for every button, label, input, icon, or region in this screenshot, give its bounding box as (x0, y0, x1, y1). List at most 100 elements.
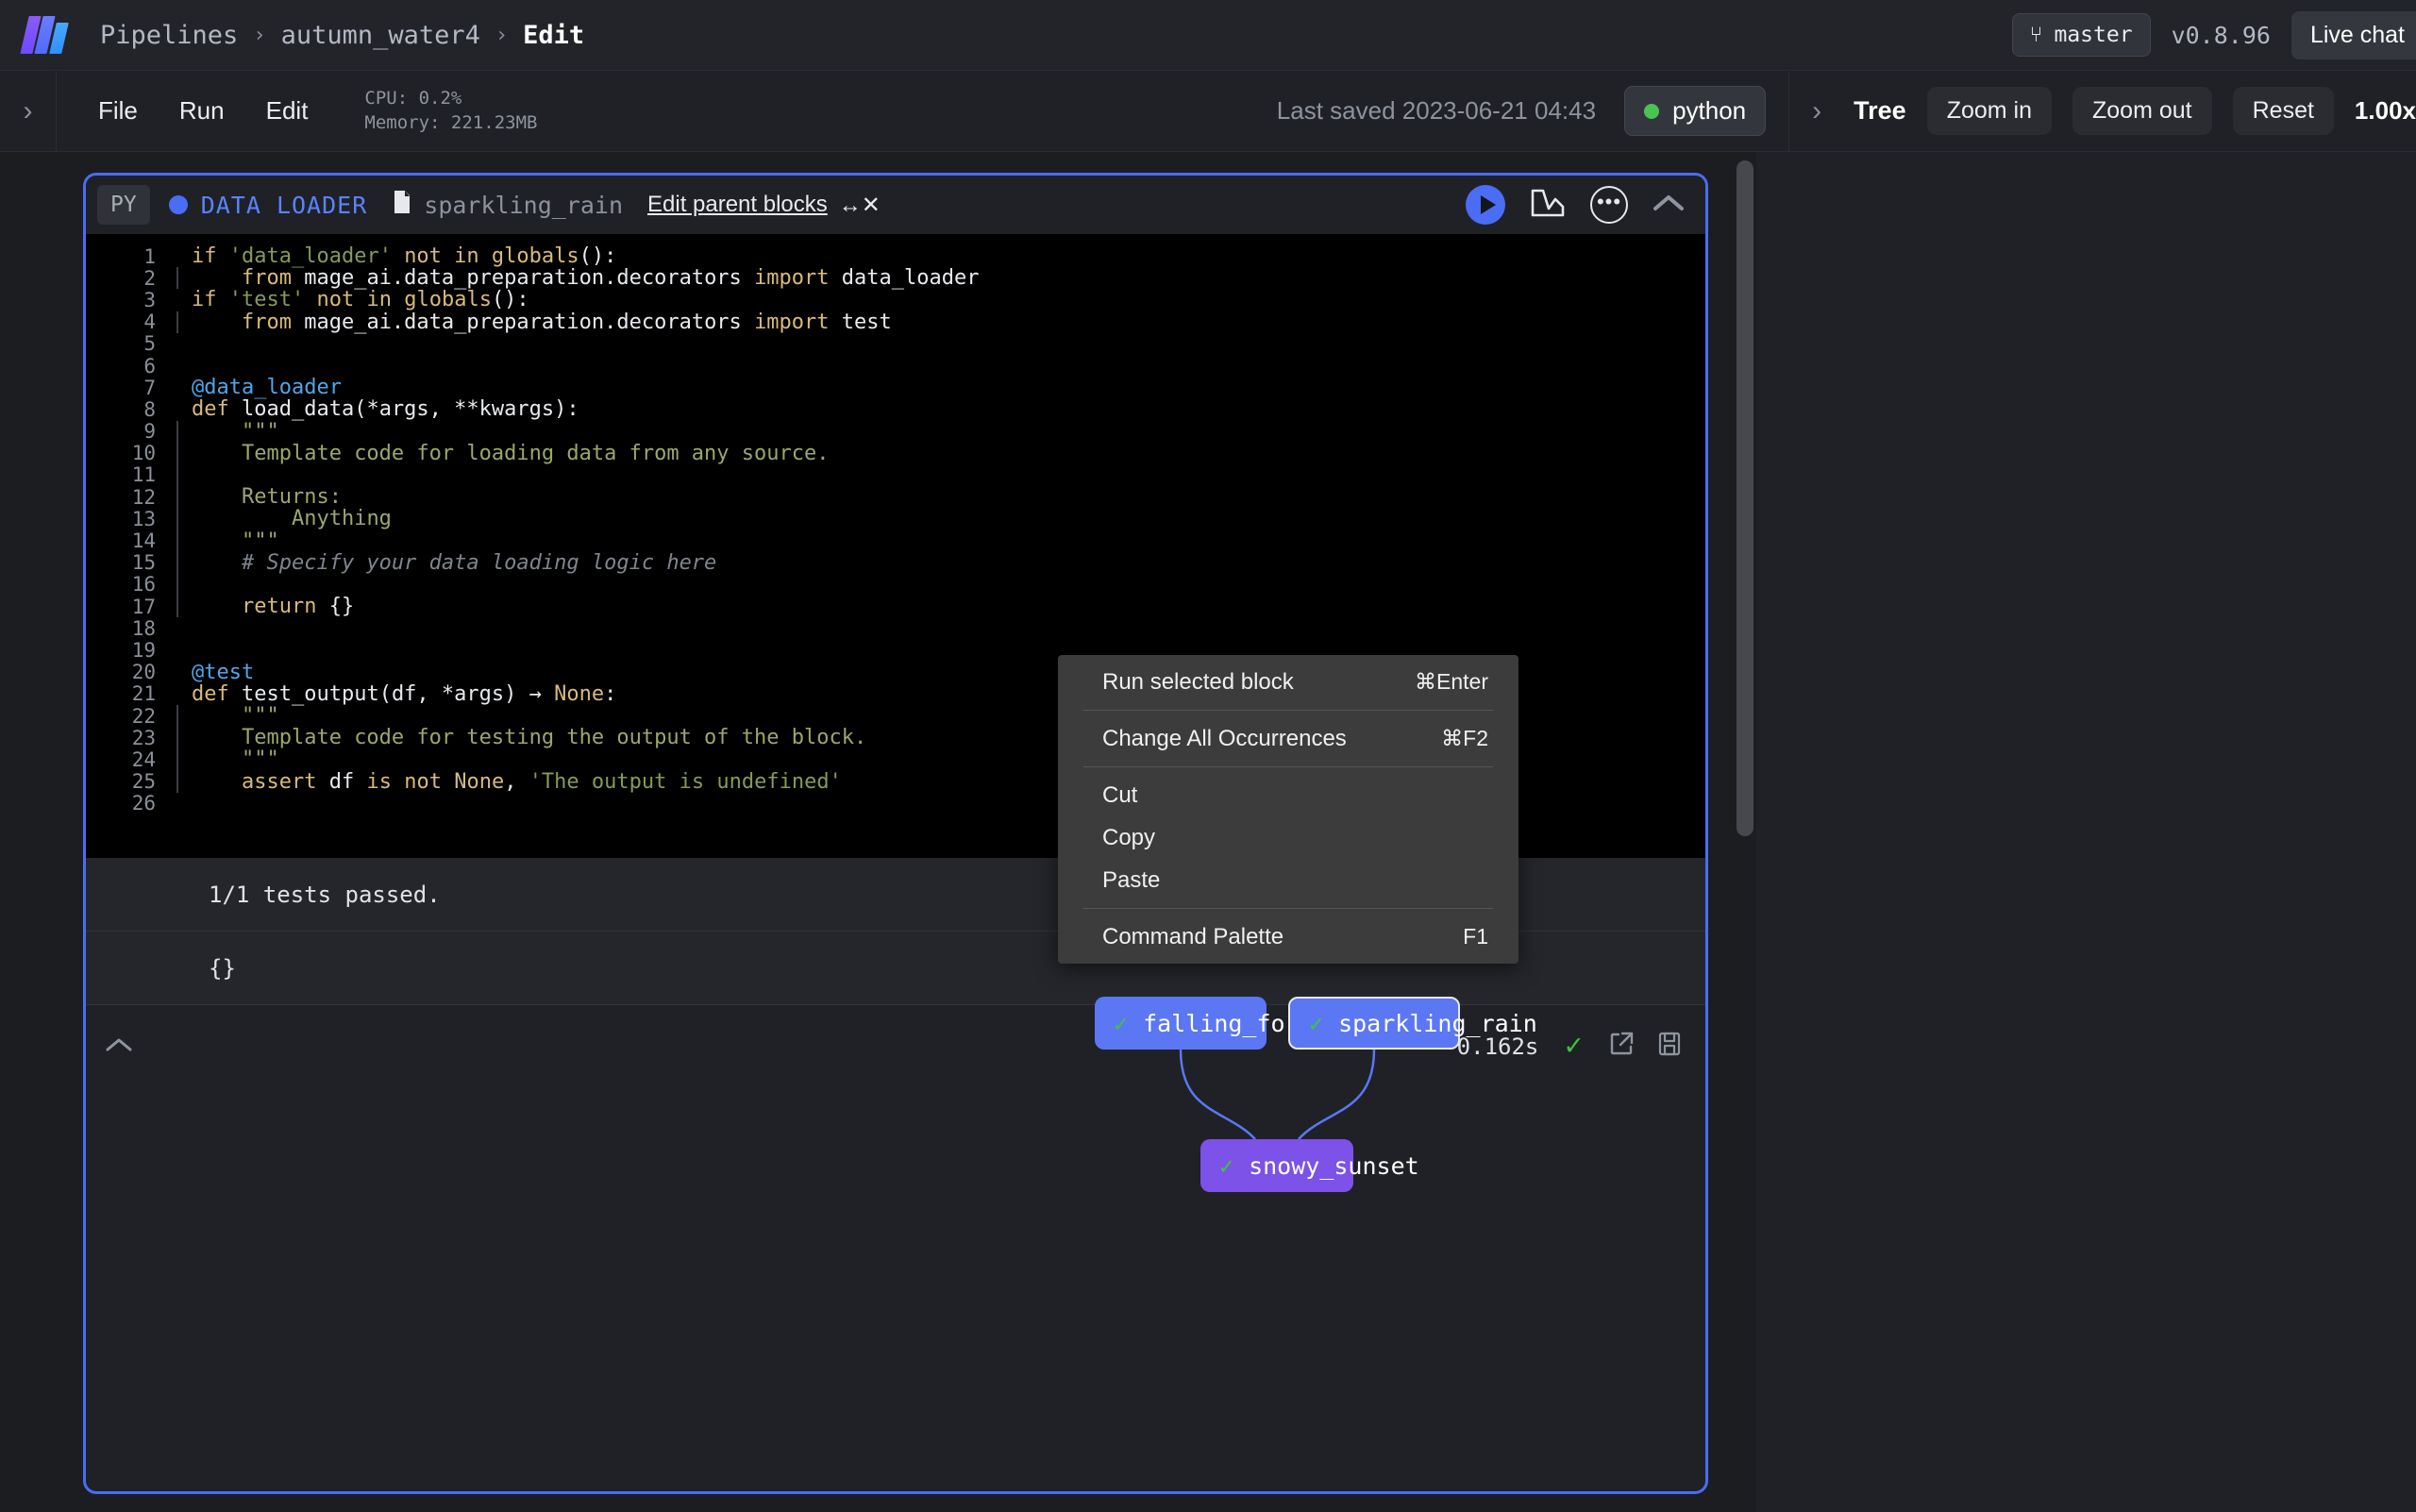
run-block-button[interactable] (1466, 185, 1505, 225)
node-status-icon: ✓ (1309, 1009, 1324, 1037)
code-line[interactable]: 5 (86, 332, 1705, 356)
context-menu-item[interactable]: Cut (1058, 774, 1518, 816)
code-line[interactable]: 7 @data_loader (86, 376, 1705, 400)
line-number: 10 (131, 442, 156, 465)
tree-node-sparkling-rain[interactable]: ✓ sparkling_rain (1288, 997, 1537, 1050)
menu-separator (1083, 908, 1493, 909)
code-block-header: PY DATA LOADER sparkling_rain Edit paren… (86, 176, 1705, 234)
line-number: 16 (131, 573, 156, 596)
line-number: 12 (131, 485, 156, 509)
code-line[interactable]: 11 (86, 463, 1705, 487)
block-header-actions: ••• (1466, 185, 1685, 225)
reset-zoom-button[interactable]: Reset (2232, 87, 2334, 135)
code-line[interactable]: 12 Returns: (86, 485, 1705, 509)
process-stats: CPU: 0.2% Memory: 221.23MB (364, 87, 537, 135)
tree-node-falling-forest[interactable]: ✓ falling_forest (1095, 997, 1342, 1050)
context-menu-item[interactable]: Command Palette F1 (1058, 916, 1518, 958)
branch-button[interactable]: ⑂ master (2011, 13, 2151, 57)
editor-vertical-scrollbar[interactable] (1736, 160, 1753, 836)
collapse-output-icon[interactable] (105, 1032, 133, 1061)
line-number: 13 (131, 507, 156, 530)
code-line[interactable]: 2 from mage_ai.data_preparation.decorato… (86, 266, 1705, 291)
tree-expand-icon[interactable]: › (1789, 95, 1844, 127)
context-menu-item[interactable]: Change All Occurrences ⌘F2 (1058, 717, 1518, 760)
code-line[interactable]: 4 from mage_ai.data_preparation.decorato… (86, 311, 1705, 334)
code-line[interactable]: 15 # Specify your data loading logic her… (86, 551, 1705, 575)
context-menu-item[interactable]: Paste (1058, 859, 1518, 901)
code-line[interactable]: 10 Template code for loading data from a… (86, 442, 1705, 465)
memory-usage: Memory: 221.23MB (364, 111, 538, 133)
sidebar-expand-icon[interactable]: › (0, 70, 57, 152)
context-menu-item[interactable]: Run selected block ⌘Enter (1058, 661, 1518, 703)
code-text: @data_loader (192, 376, 342, 400)
line-number: 4 (143, 311, 156, 334)
menu-file[interactable]: File (98, 96, 138, 126)
menu-item-label: Paste (1102, 866, 1161, 893)
breadcrumb: Pipelines › autumn_water4 › Edit (100, 21, 584, 50)
line-number: 9 (143, 420, 156, 444)
context-menu-item[interactable]: Copy (1058, 816, 1518, 859)
menu-item-label: Run selected block (1102, 668, 1294, 695)
code-line[interactable]: 8 def load_data(*args, **kwargs): (86, 397, 1705, 422)
breadcrumb-pipeline-name[interactable]: autumn_water4 (281, 21, 480, 50)
chart-icon[interactable] (1530, 188, 1566, 223)
kernel-label: python (1672, 96, 1747, 125)
code-text: if 'data_loader' not in globals(): (192, 244, 617, 269)
zoom-out-button[interactable]: Zoom out (2072, 87, 2212, 135)
editor-toolbar: › File Run Edit CPU: 0.2% Memory: 221.23… (0, 70, 2416, 152)
node-label: snowy_sunset (1249, 1151, 1419, 1180)
open-external-icon[interactable] (1609, 1032, 1634, 1061)
save-icon[interactable] (1658, 1032, 1681, 1061)
block-name-label[interactable]: sparkling_rain (424, 192, 623, 219)
menu-item-label: Command Palette (1102, 923, 1284, 949)
code-text: def load_data(*args, **kwargs): (192, 397, 579, 422)
code-line[interactable]: 9 """ (86, 420, 1705, 444)
chevron-up-icon[interactable] (1653, 193, 1685, 218)
code-text: return {} (241, 595, 355, 619)
edit-parent-blocks-link[interactable]: Edit parent blocks (647, 192, 828, 218)
code-line[interactable]: 1 if 'data_loader' not in globals(): (86, 244, 1705, 269)
line-number: 18 (131, 616, 156, 640)
success-check-icon: ✓ (1563, 1032, 1585, 1060)
line-number: 1 (143, 244, 156, 268)
node-label: sparkling_rain (1338, 1009, 1537, 1037)
line-number: 20 (131, 661, 156, 684)
line-number: 3 (143, 288, 156, 311)
block-more-options-button[interactable]: ••• (1590, 186, 1628, 224)
code-line[interactable]: 16 (86, 573, 1705, 596)
zoom-level-label: 1.00x (2354, 96, 2416, 125)
kernel-status-button[interactable]: python (1624, 86, 1767, 136)
line-number: 14 (131, 529, 156, 553)
menu-run[interactable]: Run (179, 96, 225, 126)
code-text: if 'test' not in globals(): (192, 288, 529, 312)
close-parent-edit-icon[interactable]: ↔✕ (839, 192, 881, 219)
pipeline-tree-panel[interactable] (1756, 152, 2416, 1512)
code-text: def test_output(df, *args) → None: (192, 681, 617, 706)
node-status-icon: ✓ (1114, 1009, 1129, 1037)
breadcrumb-pipelines[interactable]: Pipelines (100, 21, 238, 50)
code-line[interactable]: 17 return {} (86, 595, 1705, 619)
line-number: 23 (131, 726, 156, 749)
code-line[interactable]: 13 Anything (86, 507, 1705, 530)
code-line[interactable]: 14 """ (86, 529, 1705, 553)
block-type-label: DATA LOADER (200, 191, 368, 219)
zoom-in-button[interactable]: Zoom in (1926, 87, 2052, 135)
code-line[interactable]: 3 if 'test' not in globals(): (86, 288, 1705, 312)
mage-logo-icon[interactable] (20, 16, 69, 54)
code-text: """ (241, 704, 279, 729)
tree-node-snowy-sunset[interactable]: ✓ snowy_sunset (1200, 1139, 1419, 1192)
code-line[interactable]: 18 (86, 616, 1705, 640)
menu-item-shortcut: F1 (1463, 924, 1488, 949)
line-number: 21 (131, 682, 156, 706)
code-text: from mage_ai.data_preparation.decorators… (241, 266, 980, 291)
line-number: 11 (131, 463, 156, 487)
language-tag: PY (97, 185, 150, 225)
menu-edit[interactable]: Edit (266, 96, 309, 126)
line-number: 25 (131, 770, 156, 794)
live-chat-button[interactable]: Live chat (2290, 10, 2416, 59)
code-line[interactable]: 6 (86, 355, 1705, 378)
editor-context-menu[interactable]: Run selected block ⌘Enter Change All Occur… (1058, 655, 1518, 964)
